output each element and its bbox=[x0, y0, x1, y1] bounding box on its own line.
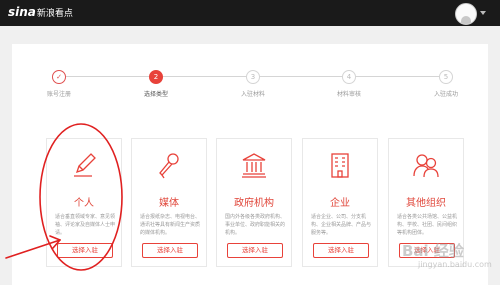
office-building-icon bbox=[331, 153, 349, 178]
card-media-description: 适合报纸杂志、电视电台、通讯社等具有新闻生产资质的媒体机构。 bbox=[140, 214, 201, 236]
card-government-description: 国内外各级各类政府机构、事业单位、政府职能相关的机构。 bbox=[225, 214, 286, 236]
step-3: 3 入驻材料 bbox=[223, 70, 283, 98]
annotation-circle bbox=[39, 123, 123, 271]
step-3-label: 入驻材料 bbox=[240, 91, 265, 98]
step-5: 5 入驻成功 bbox=[416, 70, 476, 98]
government-building-icon bbox=[242, 153, 266, 178]
avatar-dropdown-icon[interactable] bbox=[480, 11, 486, 15]
step-2: 2 选择类型 bbox=[126, 70, 186, 98]
card-government[interactable]: 政府机构 国内外各级各类政府机构、事业单位、政府职能相关的机构。 选择入驻 bbox=[216, 138, 292, 267]
step-1-check-icon: ✓ bbox=[52, 70, 66, 84]
logo-sub-text: 新浪看点 bbox=[36, 9, 73, 19]
card-enterprise-description: 适合企业、公司、分支机构、企业相关品牌、产品与服务等。 bbox=[311, 214, 372, 236]
card-other-organization-title: 其他组织 bbox=[406, 198, 446, 209]
baidu-jingyan-watermark: Bai 经验 jingyan.baidu.com bbox=[388, 238, 496, 280]
step-4-number: 4 bbox=[342, 70, 356, 84]
card-enterprise[interactable]: 企业 适合企业、公司、分支机构、企业相关品牌、产品与服务等。 选择入驻 bbox=[302, 138, 378, 267]
card-enterprise-title: 企业 bbox=[330, 198, 350, 209]
select-media-button[interactable]: 选择入驻 bbox=[142, 243, 198, 258]
sina-logo[interactable]: sina新浪看点 bbox=[8, 5, 73, 21]
watermark-line1: Bai 经验 bbox=[402, 242, 464, 260]
logo-main-text: sina bbox=[8, 5, 36, 19]
select-government-button[interactable]: 选择入驻 bbox=[227, 243, 283, 258]
card-government-title: 政府机构 bbox=[234, 198, 274, 209]
step-5-label: 入驻成功 bbox=[433, 91, 458, 98]
step-3-number: 3 bbox=[246, 70, 260, 84]
card-other-organization-description: 适合各类公共场馆、公益机构、学校、社团、民间组织等机构团体。 bbox=[397, 214, 458, 236]
user-avatar[interactable] bbox=[455, 3, 477, 25]
select-enterprise-button[interactable]: 选择入驻 bbox=[313, 243, 369, 258]
watermark-line2: jingyan.baidu.com bbox=[418, 260, 492, 269]
microphone-icon bbox=[159, 153, 179, 179]
card-media-title: 媒体 bbox=[159, 198, 179, 209]
group-icon bbox=[413, 154, 439, 178]
step-2-label: 选择类型 bbox=[143, 91, 168, 98]
step-1-label: 账号注册 bbox=[46, 91, 71, 98]
step-5-number: 5 bbox=[439, 70, 453, 84]
card-media[interactable]: 媒体 适合报纸杂志、电视电台、通讯社等具有新闻生产资质的媒体机构。 选择入驻 bbox=[131, 138, 207, 267]
step-4: 4 材料审核 bbox=[319, 70, 379, 98]
top-navigation-bar: sina新浪看点 bbox=[0, 0, 500, 26]
step-4-label: 材料审核 bbox=[336, 91, 361, 98]
step-2-number: 2 bbox=[149, 70, 163, 84]
step-1: ✓ 账号注册 bbox=[29, 70, 89, 98]
